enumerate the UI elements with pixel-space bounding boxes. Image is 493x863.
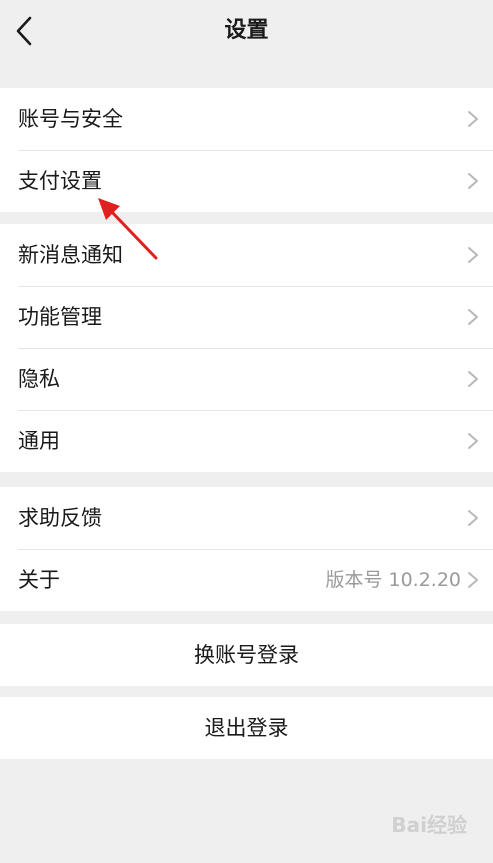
- switch-account-button[interactable]: 换账号登录: [0, 624, 493, 686]
- settings-item-label: 账号与安全: [18, 107, 123, 131]
- settings-item-privacy[interactable]: 隐私: [0, 348, 493, 410]
- settings-group-help: 求助反馈 关于 版本号 10.2.20: [0, 487, 493, 611]
- settings-item-features[interactable]: 功能管理: [0, 286, 493, 348]
- chevron-right-icon: [468, 111, 478, 127]
- settings-group-general: 新消息通知 功能管理 隐私 通用: [0, 224, 493, 472]
- settings-item-notifications[interactable]: 新消息通知: [0, 224, 493, 286]
- settings-item-label: 功能管理: [18, 305, 102, 329]
- page-title: 设置: [224, 18, 269, 43]
- logout-button[interactable]: 退出登录: [0, 697, 493, 759]
- chevron-right-icon: [468, 173, 478, 189]
- settings-item-label: 关于: [18, 568, 60, 592]
- chevron-right-icon: [468, 309, 478, 325]
- settings-item-label: 新消息通知: [18, 243, 123, 267]
- settings-item-label: 隐私: [18, 367, 60, 391]
- settings-item-label: 求助反馈: [18, 506, 102, 530]
- chevron-right-icon: [468, 247, 478, 263]
- settings-group-account: 账号与安全 支付设置: [0, 88, 493, 212]
- settings-item-payment-settings[interactable]: 支付设置: [0, 150, 493, 212]
- chevron-right-icon: [468, 510, 478, 526]
- watermark-text: Bai经验: [391, 813, 467, 837]
- chevron-right-icon: [468, 572, 478, 588]
- version-number: 版本号 10.2.20: [325, 569, 461, 591]
- settings-item-about[interactable]: 关于 版本号 10.2.20: [0, 549, 493, 611]
- settings-item-general[interactable]: 通用: [0, 410, 493, 472]
- settings-item-help-feedback[interactable]: 求助反馈: [0, 487, 493, 549]
- chevron-right-icon: [468, 433, 478, 449]
- settings-item-label: 支付设置: [18, 169, 102, 193]
- settings-item-label: 通用: [18, 429, 60, 453]
- navigation-bar: 设置: [0, 0, 493, 62]
- settings-item-account-security[interactable]: 账号与安全: [0, 88, 493, 150]
- chevron-right-icon: [468, 371, 478, 387]
- baidu-jingyan-watermark: Bai经验: [357, 805, 467, 845]
